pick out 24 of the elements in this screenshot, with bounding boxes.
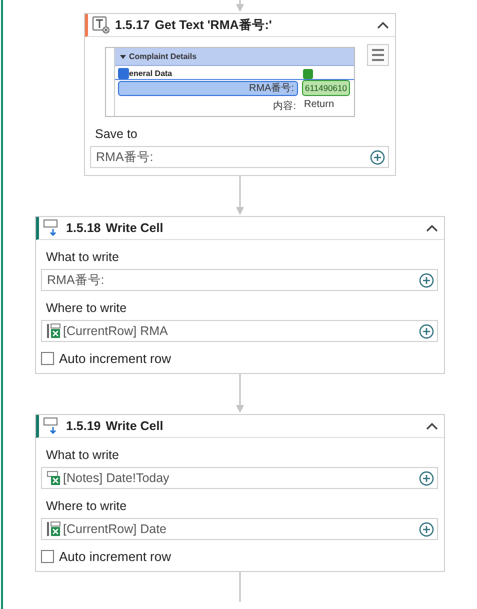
input-field[interactable]: RMA番号: — [41, 269, 438, 291]
input-field[interactable]: RMA番号: — [90, 146, 389, 168]
input-field[interactable]: [CurrentRow] Date — [41, 518, 438, 540]
step-number: 1.5.17 — [115, 18, 150, 32]
target-element: 611490610 — [302, 80, 350, 96]
field-label: What to write — [46, 250, 120, 264]
step-title: Get Text 'RMA番号:' — [154, 16, 273, 34]
step-number: 1.5.18 — [66, 221, 101, 235]
checkbox-label: Auto increment row — [59, 549, 171, 564]
step-title: Write Cell — [106, 419, 164, 433]
field-label: Save to — [95, 127, 138, 141]
section-title: Complaint Details — [129, 52, 197, 61]
field-label: Where to write — [46, 499, 128, 513]
anchor-element: RMA番号: — [118, 80, 298, 96]
field-value: Return — [304, 99, 334, 112]
checkbox-label: Auto increment row — [59, 351, 171, 366]
input-field[interactable]: [Notes] Date!Today — [41, 467, 438, 489]
field-label: 内容: — [272, 100, 296, 113]
step-number: 1.5.19 — [66, 419, 101, 433]
step-title: Write Cell — [106, 221, 164, 235]
input-field[interactable]: [CurrentRow] RMA — [41, 320, 438, 342]
field-label: Where to write — [46, 301, 128, 315]
field-label: What to write — [46, 448, 120, 462]
group-title: eneral Data — [129, 69, 172, 78]
